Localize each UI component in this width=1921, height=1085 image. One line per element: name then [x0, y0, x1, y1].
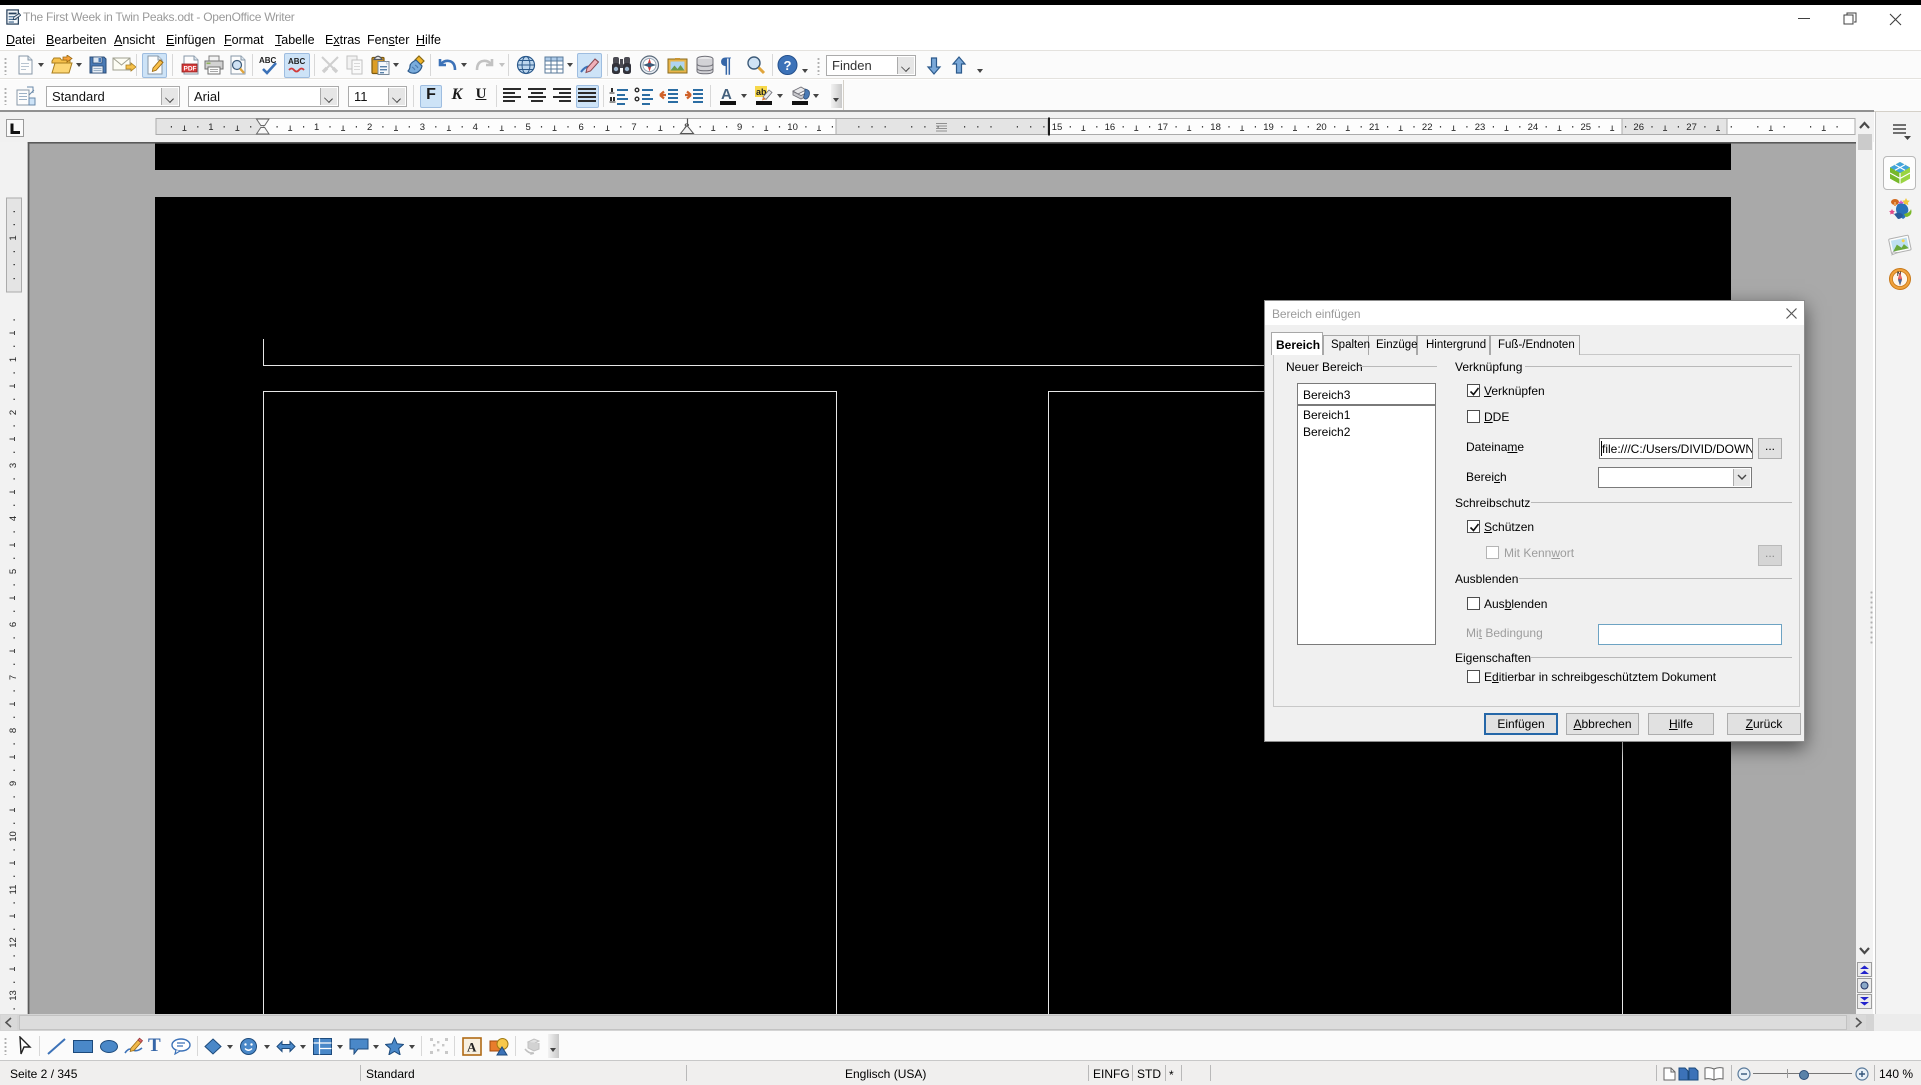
svg-text:27: 27 — [1686, 122, 1697, 133]
svg-text:23: 23 — [1475, 122, 1486, 133]
svg-text:24: 24 — [1528, 122, 1539, 133]
svg-text:1: 1 — [208, 122, 213, 133]
svg-text:26: 26 — [1633, 122, 1644, 133]
svg-text:5: 5 — [526, 122, 531, 133]
svg-text:A: A — [467, 1040, 477, 1055]
svg-text:19: 19 — [1263, 122, 1274, 133]
svg-text:18: 18 — [1210, 122, 1221, 133]
svg-text:17: 17 — [1158, 122, 1169, 133]
svg-text:ABC: ABC — [288, 57, 306, 66]
svg-text:16: 16 — [1105, 122, 1116, 133]
svg-text:4: 4 — [8, 516, 19, 521]
svg-text:11: 11 — [8, 885, 19, 895]
svg-text:1: 1 — [314, 122, 319, 133]
svg-text:13: 13 — [8, 990, 19, 1001]
svg-text:7: 7 — [631, 122, 636, 133]
svg-text:4: 4 — [473, 122, 478, 133]
svg-text:PDF: PDF — [184, 66, 197, 73]
svg-text:21: 21 — [1369, 122, 1380, 133]
svg-text:¶: ¶ — [720, 54, 732, 76]
svg-text:A: A — [721, 86, 732, 103]
svg-text:3: 3 — [8, 463, 19, 468]
svg-text:9: 9 — [8, 781, 19, 786]
svg-text:22: 22 — [1422, 122, 1433, 133]
svg-text:6: 6 — [8, 622, 19, 627]
svg-text:2: 2 — [8, 410, 19, 415]
svg-text:3: 3 — [420, 122, 425, 133]
svg-text:1: 1 — [8, 357, 19, 362]
svg-text:6: 6 — [578, 122, 583, 133]
svg-text:10: 10 — [8, 831, 19, 842]
svg-text:?: ? — [784, 58, 792, 73]
svg-text:7: 7 — [8, 675, 19, 680]
svg-text:1: 1 — [8, 235, 19, 240]
svg-text:8: 8 — [8, 728, 19, 733]
svg-text:5: 5 — [8, 569, 19, 574]
svg-text:2: 2 — [367, 122, 372, 133]
svg-text:25: 25 — [1581, 122, 1592, 133]
svg-text:15: 15 — [1052, 122, 1063, 133]
svg-text:20: 20 — [1316, 122, 1327, 133]
svg-text:10: 10 — [787, 122, 798, 133]
svg-text:9: 9 — [737, 122, 742, 133]
svg-text:12: 12 — [8, 937, 19, 948]
